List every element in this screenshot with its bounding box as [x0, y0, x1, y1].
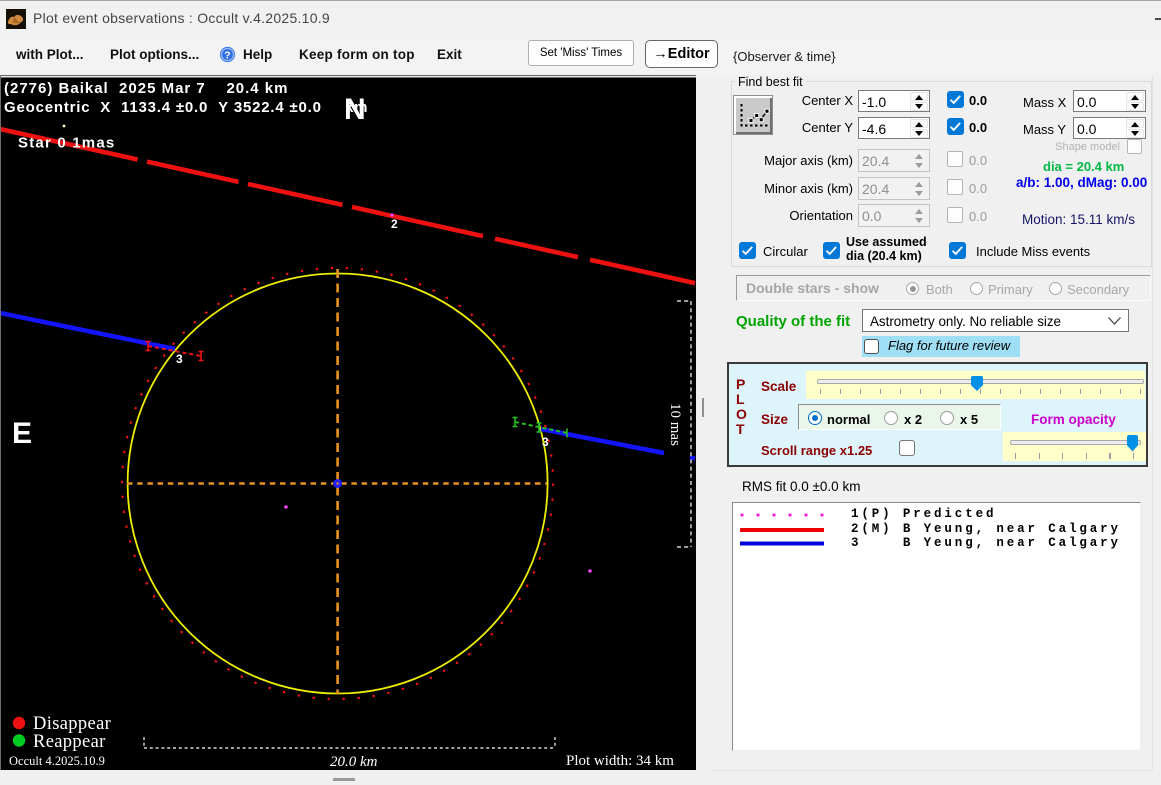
svg-text:20.0 km: 20.0 km	[330, 754, 378, 770]
svg-text:3: 3	[542, 435, 549, 449]
svg-text:Disappear: Disappear	[33, 714, 111, 734]
svg-text:Star 0 1mas: Star 0 1mas	[18, 135, 115, 152]
svg-text:?: ?	[224, 49, 230, 61]
svg-text:(2776) Baikal 2025 Mar 7 2: (2776) Baikal 2025 Mar 7 20.4 km	[4, 80, 289, 97]
svg-text:N: N	[344, 93, 366, 126]
svg-text:Plot width: 34 km: Plot width: 34 km	[566, 753, 674, 769]
svg-text:Reappear: Reappear	[33, 732, 106, 752]
svg-text:E: E	[12, 417, 32, 450]
svg-text:2: 2	[391, 217, 398, 231]
svg-text:Geocentric X 1133.4 ±0.0 Y: Geocentric X 1133.4 ±0.0 Y 3522.4 ±0.0	[4, 99, 322, 116]
svg-text:Occult 4.2025.10.9: Occult 4.2025.10.9	[9, 754, 105, 768]
svg-text:3: 3	[176, 352, 183, 366]
svg-text:10 mas: 10 mas	[667, 403, 683, 446]
